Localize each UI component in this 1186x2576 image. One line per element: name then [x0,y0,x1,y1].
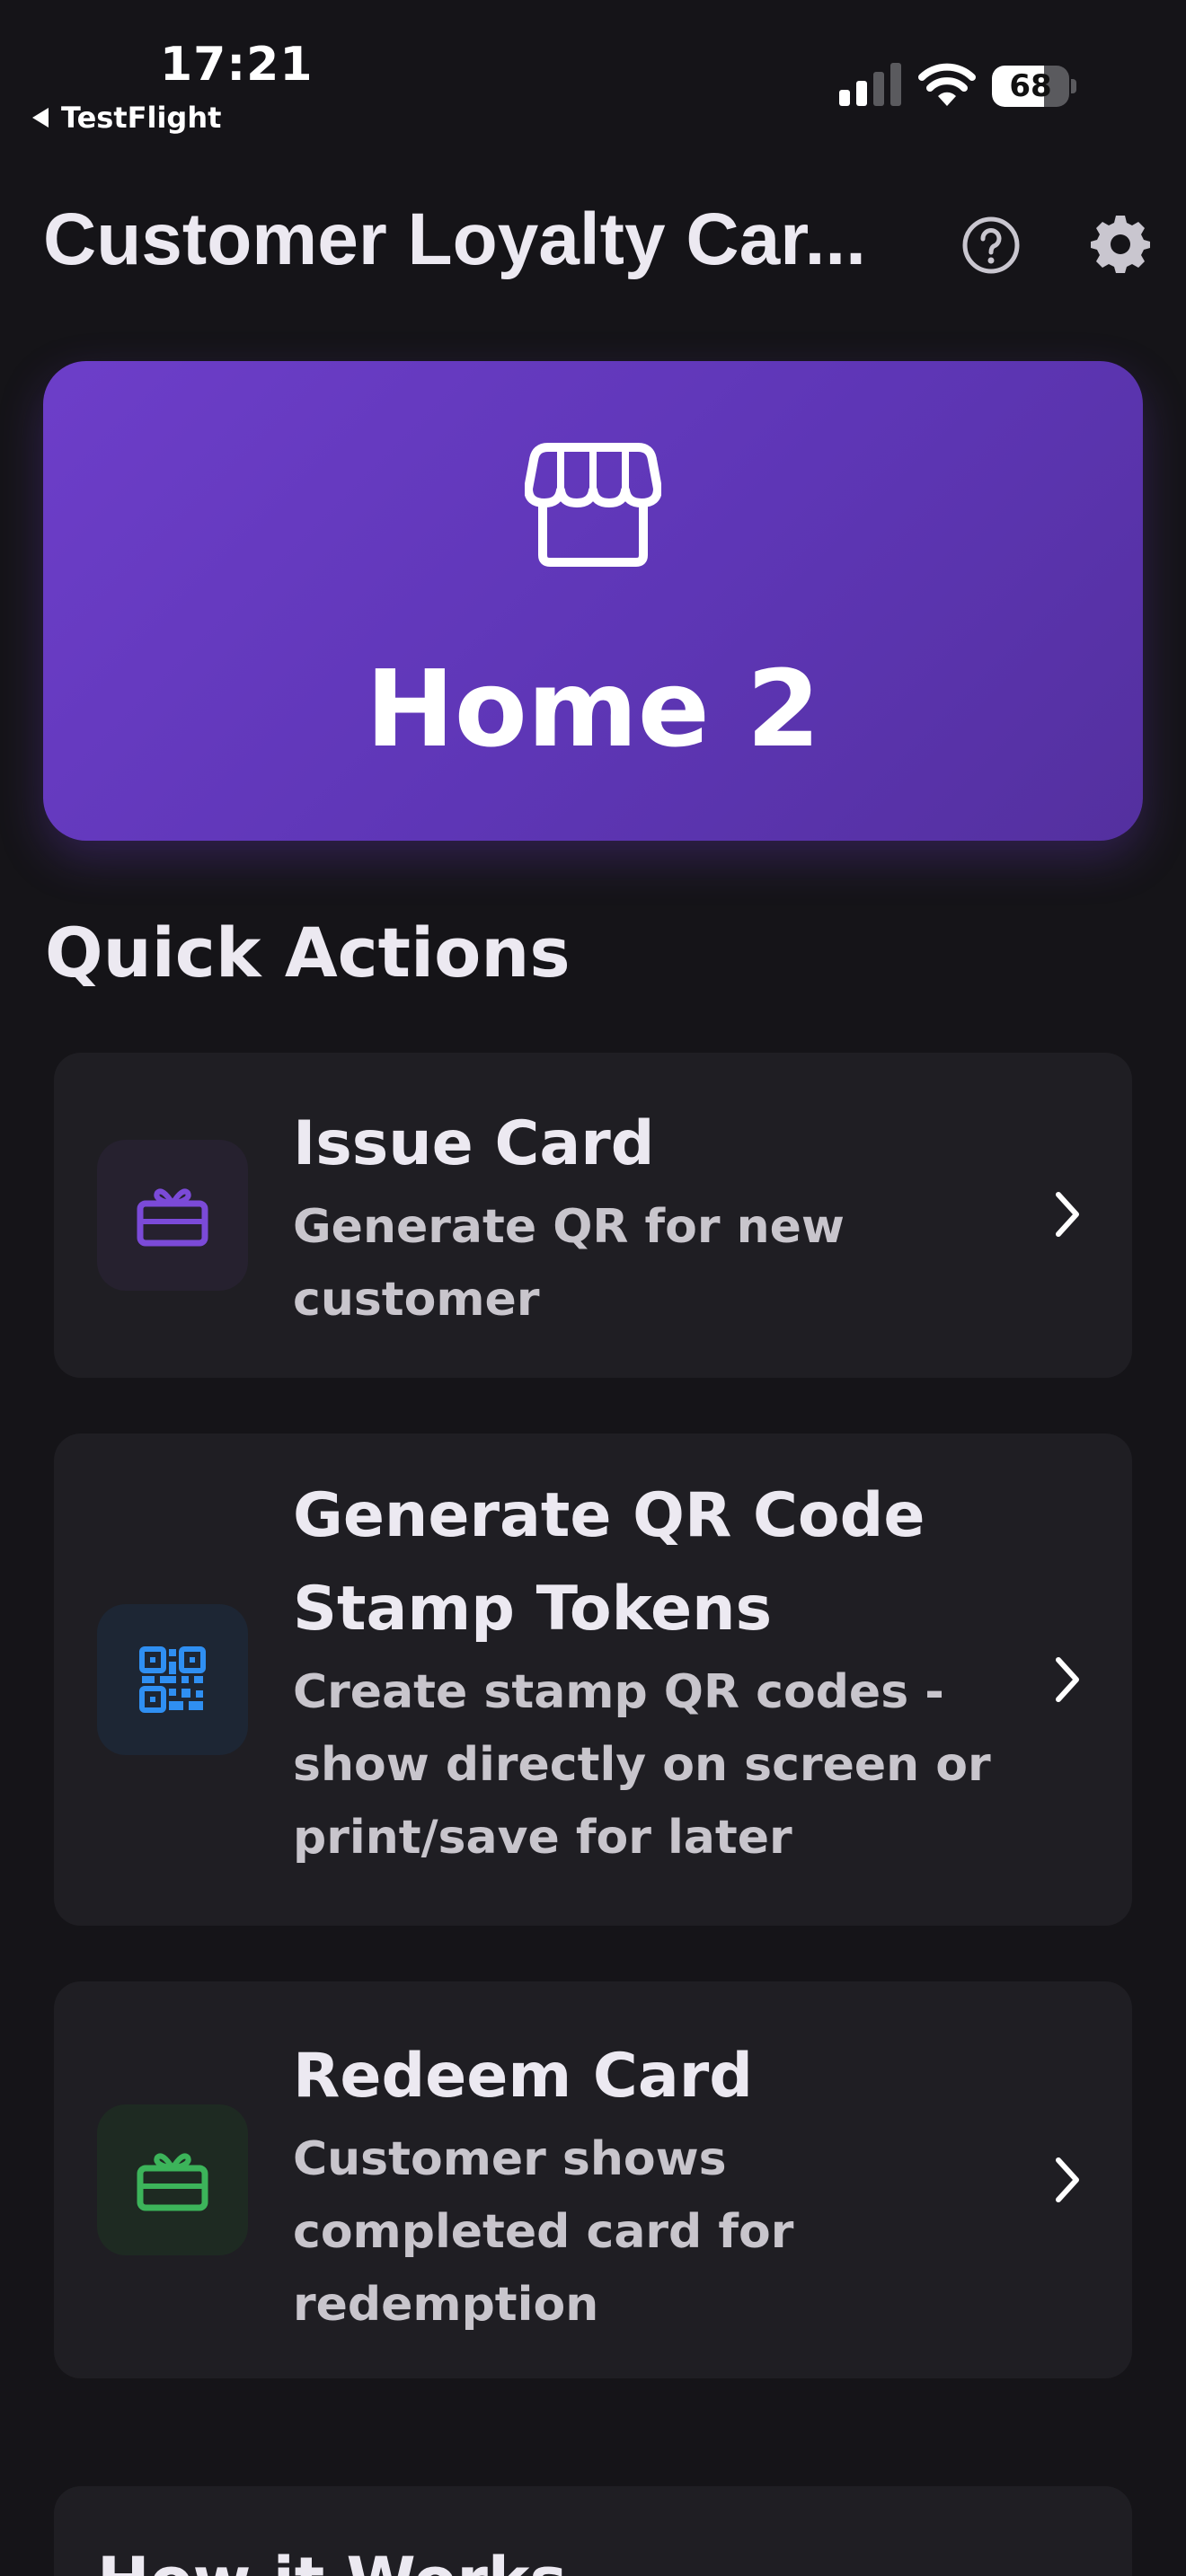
gift-card-icon [137,2153,208,2211]
redeem-card-icon-badge [97,2104,248,2255]
page-title: Customer Loyalty Car... [43,198,866,280]
store-card[interactable]: Home 2 [43,361,1143,841]
cellular-signal-icon [839,63,901,106]
redeem-card-description-line-1: Customer shows [293,2132,727,2186]
issue-card-title: Issue Card [293,1108,655,1179]
issue-card-description-line-1: Generate QR for new [293,1200,845,1254]
battery-indicator: 68 [992,66,1076,107]
screen: 17:21 TestFlight 68 Customer Loyalty Car… [0,0,1186,2576]
gear-icon [1091,216,1150,273]
how-it-works-heading: How it Works [97,2544,567,2576]
issue-card-icon-badge [97,1140,248,1291]
status-time: 17:21 [160,38,314,92]
generate-qr-action[interactable]: Generate QR Code Stamp Tokens Create sta… [54,1434,1132,1926]
battery-cap [1071,79,1076,93]
battery-percent: 68 [1009,68,1052,104]
settings-button[interactable] [1091,214,1150,273]
storefront-icon [525,443,661,567]
qr-code-icon [139,1646,206,1713]
help-button[interactable] [961,216,1021,275]
redeem-card-action[interactable]: Redeem Card Customer shows completed car… [54,1981,1132,2378]
issue-card-action[interactable]: Issue Card Generate QR for new customer [54,1053,1132,1378]
issue-card-description-line-2: customer [293,1273,540,1327]
generate-qr-description-line-2: show directly on screen or [293,1738,991,1792]
generate-qr-description-line-3: print/save for later [293,1811,792,1865]
back-to-testflight-button[interactable]: TestFlight [32,101,221,135]
redeem-card-description-line-3: redemption [293,2278,599,2332]
generate-qr-title-line-2: Stamp Tokens [293,1574,773,1645]
back-triangle-icon [32,108,49,128]
redeem-card-title: Redeem Card [293,2041,753,2112]
gift-card-icon [137,1188,208,1247]
chevron-right-icon [1056,1192,1079,1237]
how-it-works-card: How it Works [54,2486,1132,2576]
wifi-icon [918,63,976,106]
generate-qr-icon-badge [97,1604,248,1755]
generate-qr-title-line-1: Generate QR Code [293,1480,925,1551]
chevron-right-icon [1056,1657,1079,1702]
generate-qr-description-line-1: Create stamp QR codes - [293,1665,944,1719]
question-circle-icon [962,216,1020,274]
back-app-label: TestFlight [61,101,222,135]
quick-actions-heading: Quick Actions [45,913,571,992]
chevron-right-icon [1056,2157,1079,2202]
status-bar: 17:21 TestFlight 68 [0,0,1186,144]
redeem-card-description-line-2: completed card for [293,2205,794,2259]
store-name: Home 2 [366,647,820,771]
